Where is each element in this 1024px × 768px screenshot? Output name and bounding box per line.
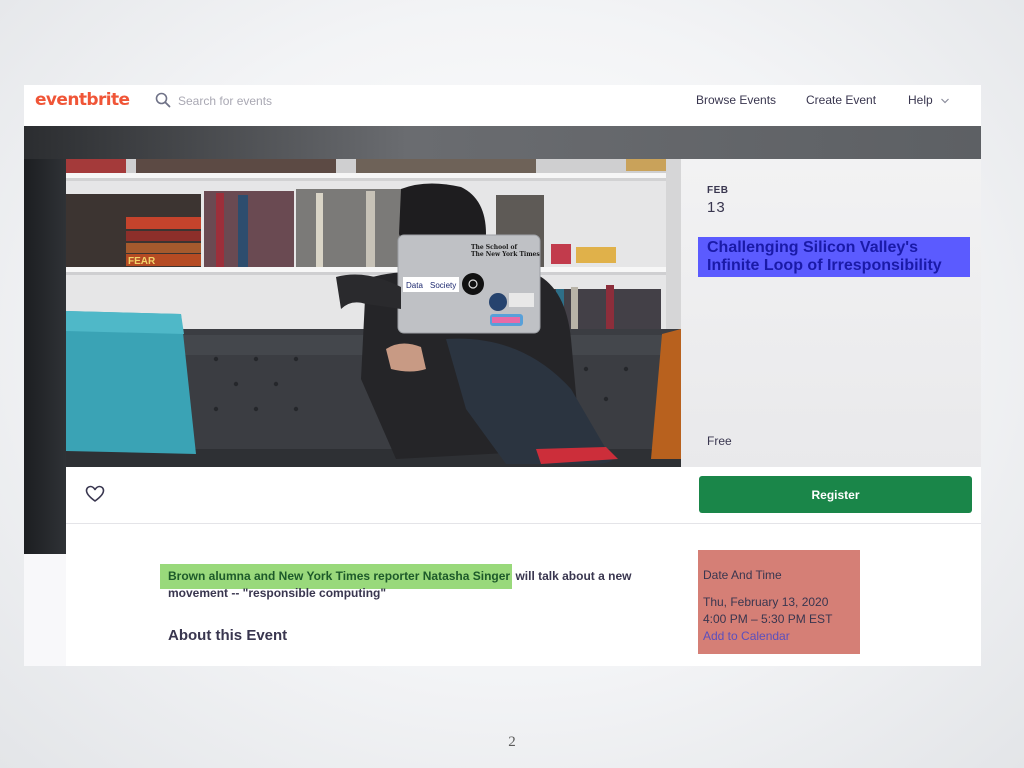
add-to-calendar-link[interactable]: Add to Calendar bbox=[703, 629, 790, 643]
search-icon[interactable] bbox=[155, 92, 171, 108]
event-info-panel: FEB 13 Challenging Silicon Valley's Infi… bbox=[681, 159, 981, 467]
event-summary: Brown alumna and New York Times reporter… bbox=[160, 564, 638, 602]
help-menu[interactable]: Help bbox=[908, 93, 933, 107]
event-hero-image: FEAR The School of The New York Times Da… bbox=[66, 159, 681, 467]
top-navigation: eventbrite Browse Events Create Event He… bbox=[24, 85, 981, 127]
create-event-link[interactable]: Create Event bbox=[806, 93, 876, 107]
heart-icon[interactable] bbox=[85, 485, 105, 503]
hero-photo: FEAR The School of The New York Times Da… bbox=[66, 159, 681, 467]
chevron-down-icon[interactable] bbox=[940, 96, 950, 106]
laptop-sticker-text: The New York Times bbox=[471, 251, 540, 258]
date-time-heading: Date And Time bbox=[703, 568, 782, 582]
society-sticker-text: Society bbox=[430, 281, 456, 290]
about-heading: About this Event bbox=[168, 627, 288, 644]
laptop-sticker-text: The School of bbox=[471, 244, 517, 251]
eventbrite-logo[interactable]: eventbrite bbox=[35, 90, 130, 110]
event-day: 13 bbox=[707, 199, 726, 216]
banner-left-edge bbox=[24, 159, 66, 554]
event-month: FEB bbox=[707, 185, 729, 196]
banner-top-strip bbox=[24, 126, 981, 159]
event-time: 4:00 PM – 5:30 PM EST bbox=[703, 612, 833, 626]
event-price: Free bbox=[707, 434, 732, 448]
book-spine-text: FEAR bbox=[128, 256, 156, 267]
event-date: Thu, February 13, 2020 bbox=[703, 595, 829, 609]
slide-page-number: 2 bbox=[508, 734, 516, 750]
browse-events-link[interactable]: Browse Events bbox=[696, 93, 776, 107]
data-sticker-text: Data bbox=[406, 281, 423, 290]
register-button[interactable]: Register bbox=[699, 476, 972, 513]
browser-screenshot: eventbrite Browse Events Create Event He… bbox=[24, 85, 981, 666]
page-margin bbox=[24, 554, 66, 666]
date-time-section: Date And Time Thu, February 13, 2020 4:0… bbox=[698, 550, 860, 654]
event-title: Challenging Silicon Valley's Infinite Lo… bbox=[698, 237, 970, 277]
event-card: FEAR The School of The New York Times Da… bbox=[66, 159, 981, 666]
event-action-bar: Register bbox=[66, 467, 981, 524]
search-input[interactable] bbox=[178, 91, 378, 111]
